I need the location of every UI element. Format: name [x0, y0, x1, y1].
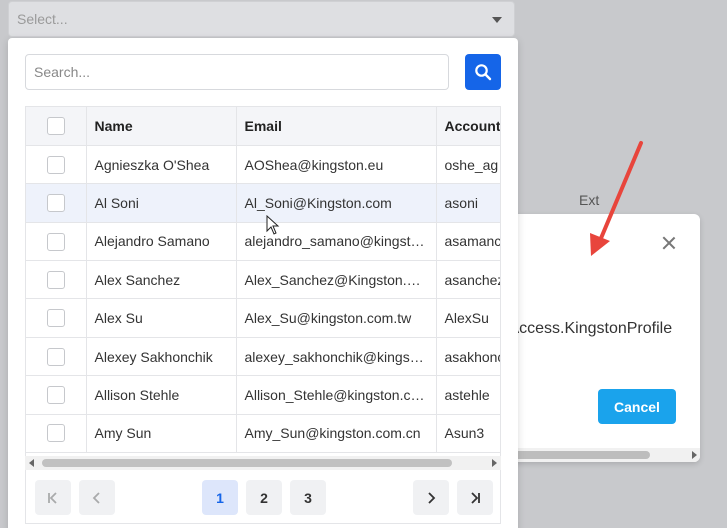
select-all-cell [26, 107, 87, 146]
previous-page-button[interactable] [79, 480, 115, 515]
last-page-icon [471, 491, 480, 504]
column-header-account[interactable]: Account [436, 107, 500, 146]
account-cell: asakhonc [436, 337, 500, 377]
name-cell: Alex Su [86, 298, 237, 338]
last-page-button[interactable] [457, 480, 493, 515]
table-row[interactable]: Amy Sun Amy_Sun@kingston.com.cn Asun3 [26, 414, 500, 454]
row-checkbox[interactable] [46, 194, 65, 213]
table-row[interactable]: Agnieszka O'Shea AOShea@kingston.eu oshe… [26, 145, 500, 185]
row-checkbox[interactable] [46, 386, 65, 405]
search-input[interactable] [25, 54, 449, 90]
chevron-left-icon [92, 491, 100, 504]
table-row[interactable]: Alex Sanchez Alex_Sanchez@Kingston.… asa… [26, 260, 500, 300]
account-cell: asamanc [436, 222, 500, 262]
name-cell: Allison Stehle [86, 375, 237, 415]
account-cell: asanchez [436, 260, 500, 300]
name-cell: Agnieszka O'Shea [86, 145, 237, 185]
email-cell: alexey_sakhonchik@kings… [236, 337, 437, 377]
select-placeholder: Select... [17, 11, 68, 27]
email-cell: AOShea@kingston.eu [236, 145, 437, 185]
row-checkbox[interactable] [46, 309, 65, 328]
table-horizontal-scrollbar[interactable] [25, 456, 501, 470]
scroll-right-icon[interactable] [692, 451, 697, 459]
pagination: 1 2 3 [25, 470, 501, 524]
name-cell: Alex Sanchez [86, 260, 237, 300]
name-cell: Al Soni [86, 183, 237, 223]
table-row[interactable]: Alex Su Alex_Su@kingston.com.tw AlexSu [26, 298, 500, 338]
row-checkbox[interactable] [46, 270, 65, 289]
email-cell: Alex_Sanchez@Kingston.… [236, 260, 437, 300]
email-cell: Alex_Su@kingston.com.tw [236, 298, 437, 338]
first-page-icon [48, 491, 57, 504]
name-cell: Alexey Sakhonchik [86, 337, 237, 377]
name-cell: Alejandro Samano [86, 222, 237, 262]
account-cell: asoni [436, 183, 500, 223]
ext-label: Ext [579, 192, 600, 208]
account-cell: astehle [436, 375, 500, 415]
scrollbar-thumb[interactable] [42, 459, 452, 467]
row-checkbox[interactable] [46, 155, 65, 174]
name-cell: Amy Sun [86, 414, 237, 454]
email-cell: Amy_Sun@kingston.com.cn [236, 414, 437, 454]
search-icon [475, 64, 492, 81]
select-all-checkbox[interactable] [46, 117, 65, 136]
search-button[interactable] [465, 54, 501, 90]
column-header-name[interactable]: Name [86, 107, 237, 146]
table-row[interactable]: Allison Stehle Allison_Stehle@kingston.c… [26, 375, 500, 415]
table-row[interactable]: Alexey Sakhonchik alexey_sakhonchik@king… [26, 337, 500, 377]
email-cell: Allison_Stehle@kingston.c… [236, 375, 437, 415]
account-cell: AlexSu [436, 298, 500, 338]
scroll-right-icon[interactable] [492, 459, 497, 467]
mouse-cursor-icon [266, 215, 280, 235]
page-button-3[interactable]: 3 [290, 480, 326, 515]
row-checkbox[interactable] [46, 424, 65, 443]
account-cell: Asun3 [436, 414, 500, 454]
first-page-button[interactable] [35, 480, 71, 515]
chevron-right-icon [428, 491, 436, 504]
account-cell: oshe_ag [436, 145, 500, 185]
close-icon[interactable] [660, 234, 678, 252]
scroll-left-icon[interactable] [29, 459, 34, 467]
modal-text: iceAccess.KingstonProfile [488, 320, 673, 337]
user-select[interactable]: Select... [8, 1, 515, 37]
dropdown-panel: Name Email Account Agnieszka O'Shea AOSh… [8, 38, 518, 528]
table-row[interactable]: Al Soni Al_Soni@Kingston.com asoni [26, 183, 500, 223]
chevron-down-icon[interactable] [492, 17, 502, 23]
table-header-row: Name Email Account [26, 107, 500, 146]
cancel-button[interactable]: Cancel [598, 389, 676, 424]
column-header-email[interactable]: Email [236, 107, 437, 146]
users-table: Name Email Account Agnieszka O'Shea AOSh… [25, 106, 501, 457]
page-button-1[interactable]: 1 [202, 480, 238, 515]
table-row[interactable]: Alejandro Samano alejandro_samano@kingst… [26, 222, 500, 262]
row-checkbox[interactable] [46, 232, 65, 251]
page-button-2[interactable]: 2 [246, 480, 282, 515]
row-checkbox[interactable] [46, 347, 65, 366]
next-page-button[interactable] [413, 480, 449, 515]
